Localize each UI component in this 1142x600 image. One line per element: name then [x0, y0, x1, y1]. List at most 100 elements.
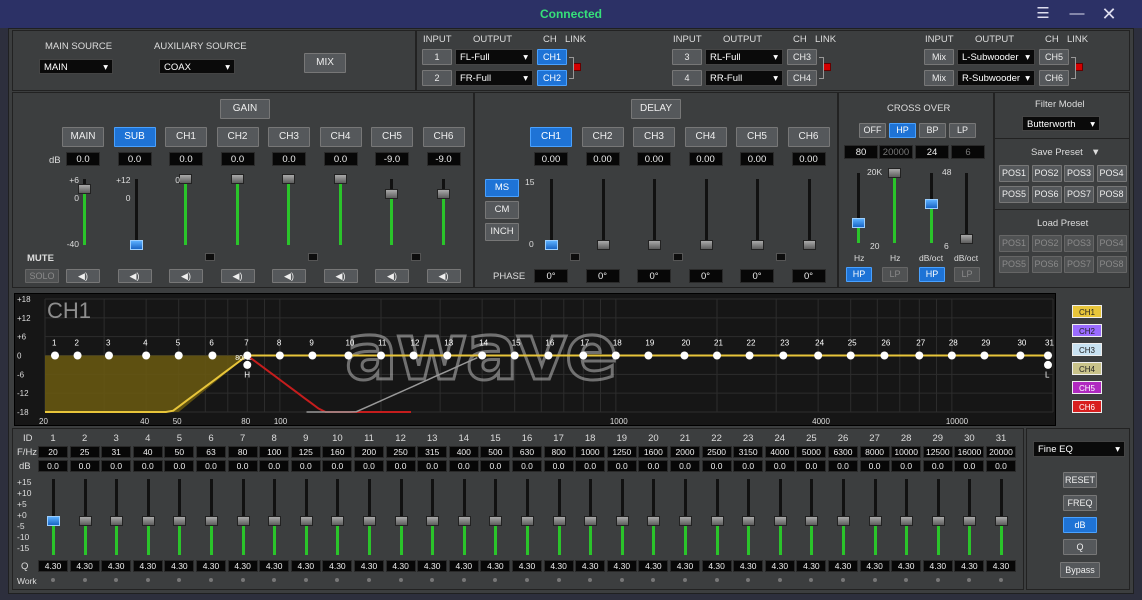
band-fader-knob[interactable]: [141, 516, 155, 526]
load-preset-pos2[interactable]: POS2: [1031, 235, 1062, 252]
xover-mode-bp[interactable]: BP: [919, 123, 946, 138]
delay-value-ch1[interactable]: 0.00: [534, 152, 568, 166]
band-q-value[interactable]: 4.30: [322, 560, 353, 572]
legend-ch4[interactable]: CH4: [1072, 362, 1102, 375]
phase-value-ch5[interactable]: 0°: [740, 269, 774, 283]
mix-button[interactable]: MIX: [304, 53, 346, 73]
minimize-icon[interactable]: —: [1060, 0, 1094, 28]
link-indicator-1[interactable]: [573, 63, 581, 71]
delay-fader-ch4-track[interactable]: [704, 179, 708, 245]
band-fader-knob[interactable]: [742, 516, 756, 526]
band-fader-knob[interactable]: [268, 516, 282, 526]
gain-ch-button-ch1[interactable]: CH1: [165, 127, 207, 147]
eq-band-point[interactable]: [1044, 351, 1052, 360]
band-fader-knob[interactable]: [647, 516, 661, 526]
lp-slope-value[interactable]: 6: [951, 145, 985, 159]
band-db-value[interactable]: 0.0: [227, 460, 258, 472]
band-db-value[interactable]: 0.0: [954, 460, 985, 472]
eq-band-point[interactable]: [73, 351, 82, 360]
delay-ch-button-ch4[interactable]: CH4: [684, 127, 727, 147]
phase-value-ch2[interactable]: 0°: [585, 269, 620, 283]
band-freq-value[interactable]: 40: [132, 446, 163, 458]
band-fader-knob[interactable]: [205, 516, 218, 526]
band-db-value[interactable]: 0.0: [259, 460, 290, 472]
eq-band-point[interactable]: [980, 351, 989, 360]
delay-ch-button-ch3[interactable]: CH3: [633, 127, 675, 147]
band-fader-knob[interactable]: [47, 516, 60, 526]
freq-button[interactable]: FREQ: [1063, 495, 1097, 511]
routing-ch-6[interactable]: CH6: [1039, 70, 1069, 86]
band-freq-value[interactable]: 8000: [859, 446, 890, 458]
routing-ch-2[interactable]: CH2: [537, 70, 567, 86]
gain-fader-sub-knob[interactable]: [129, 240, 143, 250]
gain-db-value-sub[interactable]: 0.0: [117, 152, 152, 166]
band-fader-knob[interactable]: [236, 516, 250, 526]
hp-freq-value[interactable]: 80: [844, 145, 878, 159]
delay-value-ch3[interactable]: 0.00: [637, 152, 671, 166]
delay-ch-button-ch5[interactable]: CH5: [736, 127, 778, 147]
band-freq-value[interactable]: 800: [543, 446, 574, 458]
legend-ch5[interactable]: CH5: [1072, 381, 1102, 394]
band-db-value[interactable]: 0.0: [69, 460, 100, 472]
delay-fader-ch2-track[interactable]: [601, 179, 605, 245]
routing-output-dropdown-2[interactable]: FR-Full: [455, 70, 533, 86]
eq-band-point[interactable]: [947, 351, 956, 360]
band-q-value[interactable]: 4.30: [891, 560, 922, 572]
gain-fader-ch3-knob[interactable]: [282, 174, 295, 184]
band-db-value[interactable]: 0.0: [701, 460, 732, 472]
routing-input-1[interactable]: 1: [422, 49, 452, 65]
band-freq-value[interactable]: 400: [448, 446, 479, 458]
xover-mode-hp[interactable]: HP: [889, 123, 916, 138]
eq-band-point[interactable]: [308, 351, 317, 360]
band-fader-knob[interactable]: [931, 516, 945, 526]
band-db-value[interactable]: 0.0: [385, 460, 416, 472]
band-fader-knob[interactable]: [584, 516, 598, 526]
band-db-value[interactable]: 0.0: [417, 460, 448, 472]
delay-fader-ch6-knob[interactable]: [802, 240, 816, 250]
gain-ch-button-main[interactable]: MAIN: [62, 127, 104, 147]
band-db-value[interactable]: 0.0: [796, 460, 827, 472]
band-fader-knob[interactable]: [837, 516, 850, 526]
band-fader-knob[interactable]: [552, 516, 566, 526]
band-fader-knob[interactable]: [995, 516, 1008, 526]
delay-ch-button-ch6[interactable]: CH6: [787, 127, 830, 147]
band-db-value[interactable]: 0.0: [606, 460, 637, 472]
band-freq-value[interactable]: 125: [290, 446, 321, 458]
eq-band-point[interactable]: [713, 351, 721, 360]
band-freq-value[interactable]: 20: [38, 446, 68, 458]
phase-value-ch3[interactable]: 0°: [637, 269, 671, 283]
delay-ch-button-ch1[interactable]: CH1: [530, 127, 572, 147]
delay-unit-inch[interactable]: INCH: [485, 223, 519, 241]
band-q-value[interactable]: 4.30: [670, 560, 700, 572]
eq-band-point[interactable]: [915, 351, 924, 360]
band-db-value[interactable]: 0.0: [164, 460, 195, 472]
band-q-value[interactable]: 4.30: [986, 560, 1016, 572]
band-freq-value[interactable]: 2500: [701, 446, 732, 458]
delay-fader-ch4-knob[interactable]: [699, 240, 713, 250]
gain-db-value-ch3[interactable]: 0.0: [272, 152, 306, 166]
eq-band-point[interactable]: [680, 351, 689, 360]
save-preset-pos8[interactable]: POS8: [1096, 186, 1127, 203]
band-q-value[interactable]: 4.30: [227, 560, 258, 572]
band-db-value[interactable]: 0.0: [764, 460, 795, 472]
eq-band-point[interactable]: [779, 351, 788, 360]
band-db-value[interactable]: 0.0: [512, 460, 542, 472]
band-q-value[interactable]: 4.30: [733, 560, 764, 572]
gain-db-value-ch1[interactable]: 0.0: [169, 152, 203, 166]
save-preset-pos2[interactable]: POS2: [1031, 165, 1062, 182]
speaker-icon[interactable]: ◀): [220, 269, 255, 283]
band-db-value[interactable]: 0.0: [922, 460, 953, 472]
delay-value-ch4[interactable]: 0.00: [688, 152, 723, 166]
band-fader-knob[interactable]: [521, 516, 534, 526]
band-freq-value[interactable]: 6300: [828, 446, 858, 458]
routing-output-dropdown-1[interactable]: FL-Full: [455, 49, 533, 65]
band-db-value[interactable]: 0.0: [891, 460, 922, 472]
bypass-button[interactable]: Bypass: [1060, 562, 1100, 578]
gain-db-value-ch6[interactable]: -9.0: [426, 152, 461, 166]
band-q-value[interactable]: 4.30: [290, 560, 321, 572]
band-freq-value[interactable]: 20000: [986, 446, 1016, 458]
band-fader-knob[interactable]: [173, 516, 187, 526]
phase-value-ch6[interactable]: 0°: [791, 269, 826, 283]
link-indicator-3[interactable]: [1075, 63, 1083, 71]
band-db-value[interactable]: 0.0: [986, 460, 1016, 472]
